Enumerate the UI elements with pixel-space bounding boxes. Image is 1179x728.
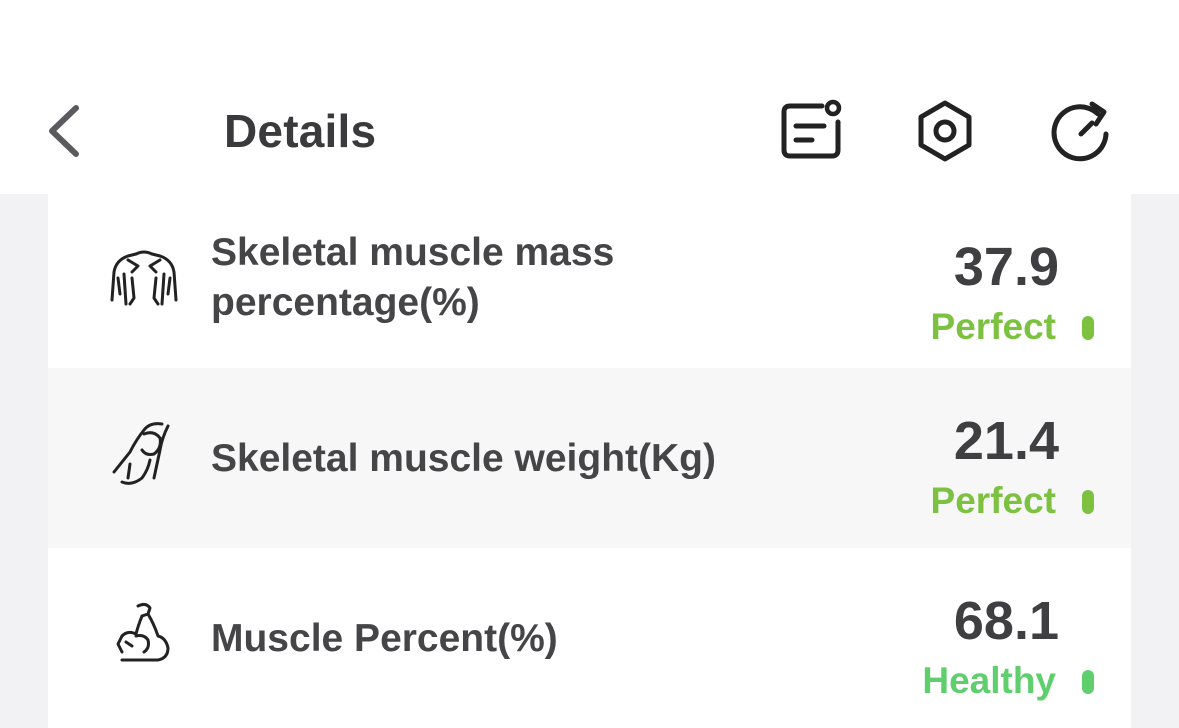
metric-value: 21.4 [953, 411, 1059, 471]
arm-muscle-icon [102, 416, 186, 500]
refresh-button[interactable] [1048, 98, 1114, 164]
metric-label-line1: Skeletal muscle mass [211, 231, 615, 274]
status-indicator [1082, 670, 1094, 694]
metric-row-skeletal-muscle-mass[interactable]: Skeletal muscle mass percentage(%) 37.9 … [48, 194, 1131, 368]
metric-label: Skeletal muscle mass percentage(%) [211, 228, 614, 328]
metric-value: 68.1 [953, 591, 1059, 651]
settings-hexagon-icon [918, 100, 972, 162]
metric-row-skeletal-muscle-weight[interactable]: Skeletal muscle weight(Kg) 21.4 Perfect [48, 368, 1131, 548]
status-indicator [1082, 316, 1094, 340]
settings-button[interactable] [912, 98, 978, 164]
metric-label: Muscle Percent(%) [211, 617, 558, 660]
notes-icon [781, 99, 842, 159]
status-indicator [1082, 490, 1094, 514]
metric-status: Perfect [930, 480, 1056, 521]
metric-label-line2: percentage(%) [211, 281, 480, 324]
shoulders-muscle-icon [102, 238, 186, 322]
metric-status: Perfect [930, 306, 1056, 347]
notes-button[interactable] [778, 98, 844, 164]
metric-label: Skeletal muscle weight(Kg) [211, 437, 716, 480]
chevron-left-icon [49, 105, 79, 157]
metrics-list: Skeletal muscle mass percentage(%) 37.9 … [48, 194, 1131, 728]
refresh-icon [1051, 101, 1109, 162]
metric-row-muscle-percent[interactable]: Muscle Percent(%) 68.1 Healthy [48, 548, 1131, 728]
top-bar: Details [0, 0, 1179, 194]
back-button[interactable] [40, 98, 90, 164]
metric-status: Healthy [922, 660, 1056, 701]
flexed-bicep-icon [102, 596, 186, 680]
metric-value: 37.9 [953, 237, 1059, 297]
page-title: Details [224, 105, 377, 157]
